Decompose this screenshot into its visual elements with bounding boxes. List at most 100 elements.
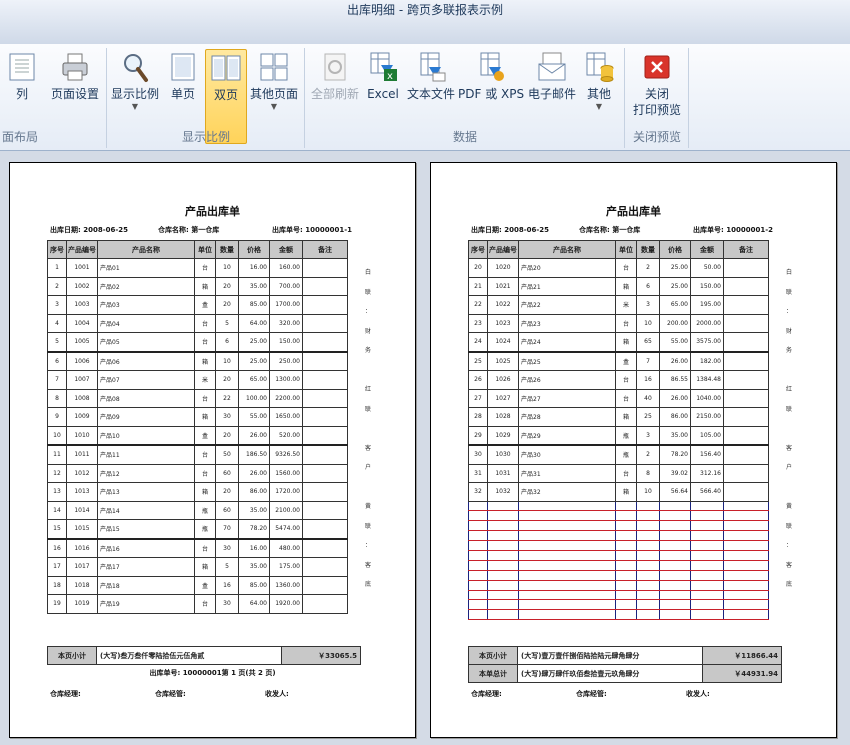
- title-bar: 出库明细 - 跨页多联报表示例: [0, 0, 850, 44]
- side-copy-char: 客: [786, 444, 793, 452]
- table-cell: 35.00: [659, 425, 691, 446]
- zoom-label: 显示比例: [110, 87, 159, 101]
- remark-cell: [302, 463, 348, 483]
- table-cell: 22: [215, 388, 239, 408]
- blank-cell: [468, 559, 488, 571]
- table-cell: 1360.00: [269, 575, 303, 595]
- date-value: 2008-06-25: [83, 226, 129, 234]
- table-cell: 20: [468, 258, 488, 278]
- other-pages-label: 其他页面: [249, 87, 298, 101]
- side-copy-char: 红: [365, 386, 372, 393]
- table-cell: 1650.00: [269, 407, 303, 427]
- table-cell: 26.00: [659, 388, 691, 408]
- table-cell: 25: [636, 407, 660, 427]
- blank-cell: [659, 540, 691, 551]
- table-cell: 175.00: [269, 557, 303, 577]
- table-cell: 23: [468, 313, 488, 333]
- table-cell: 1026: [487, 370, 519, 390]
- refresh-icon: [319, 51, 351, 83]
- remark-cell: [302, 482, 348, 502]
- side-copy-char: 客: [786, 561, 793, 569]
- table-cell: 箱: [615, 407, 637, 427]
- table-cell: 10: [215, 351, 239, 371]
- table-cell: 30: [468, 444, 488, 465]
- blank-cell: [487, 530, 519, 542]
- close-preview-label-1: 关闭: [644, 87, 669, 101]
- table-row: 4 1004 产品04 台 5 64.00 320.00: [47, 313, 348, 333]
- remark-cell: [302, 332, 348, 353]
- table-cell: 20: [215, 425, 239, 446]
- table-cell: 21: [468, 276, 488, 296]
- table-cell: 产品28: [518, 407, 616, 427]
- blank-cell: [487, 510, 519, 522]
- table-cell: 78.20: [238, 519, 270, 540]
- blank-cell: [518, 510, 616, 522]
- table-cell: 产品17: [97, 557, 195, 577]
- column-header: 备注: [723, 240, 769, 259]
- blank-row: [468, 609, 769, 621]
- table-cell: 60: [215, 500, 239, 520]
- table-row: 28 1028 产品28 箱 25 86.00 2150.00: [468, 407, 769, 427]
- table-cell: 1040.00: [690, 388, 724, 408]
- table-row: 24 1024 产品24 箱 65 55.00 3575.00: [468, 332, 769, 353]
- blank-cell: [723, 540, 769, 551]
- ribbon-separator: [106, 48, 107, 148]
- keeper-label: 仓库经理:: [471, 690, 502, 698]
- blank-cell: [723, 569, 769, 581]
- table-cell: 16: [215, 575, 239, 595]
- blank-cell: [690, 500, 724, 512]
- blank-cell: [615, 540, 637, 551]
- table-cell: 箱: [194, 482, 216, 502]
- table-cell: 29: [468, 425, 488, 446]
- subtotal-words: (大写)壹万壹仟捌佰陆拾陆元肆角肆分: [517, 646, 703, 665]
- table-cell: 1010: [66, 425, 98, 446]
- table-cell: 盒: [194, 295, 216, 315]
- column-header: 产品名称: [97, 240, 195, 259]
- table-cell: 产品02: [97, 276, 195, 296]
- table-cell: 产品32: [518, 482, 616, 502]
- table-cell: 100.00: [238, 388, 270, 408]
- blank-cell: [690, 599, 724, 611]
- column-header: 价格: [659, 240, 691, 259]
- close-preview-label-2: 打印预览: [632, 103, 681, 117]
- remark-cell: [302, 557, 348, 577]
- page-setup-button[interactable]: 页面设置: [46, 49, 104, 144]
- blank-cell: [690, 609, 724, 621]
- table-row: 6 1006 产品06 箱 10 25.00 250.00: [47, 351, 348, 371]
- order-no-value: 10000001-1: [305, 226, 352, 234]
- table-cell: 31: [468, 463, 488, 483]
- table-cell: 40: [636, 388, 660, 408]
- table-cell: 台: [615, 370, 637, 390]
- warehouse-info: 仓库名称: 第一仓库: [158, 225, 219, 235]
- blank-cell: [615, 500, 637, 512]
- blank-cell: [636, 599, 660, 611]
- table-cell: 2: [636, 258, 660, 278]
- subtotal-label: 本页小计: [468, 646, 518, 665]
- remark-cell: [723, 425, 769, 446]
- table-cell: 箱: [615, 332, 637, 353]
- table-cell: 箱: [615, 276, 637, 296]
- table-cell: 2000.00: [690, 313, 724, 333]
- blank-cell: [518, 530, 616, 542]
- text-file-icon: [415, 51, 447, 83]
- blank-cell: [636, 530, 660, 542]
- table-cell: 台: [615, 258, 637, 278]
- table-cell: 6: [47, 351, 67, 371]
- report-page-1: 产品出库单 出库日期: 2008-06-25 仓库名称: 第一仓库 出库单号: …: [9, 162, 416, 738]
- date-value: 2008-06-25: [504, 226, 550, 234]
- table-cell: 产品24: [518, 332, 616, 353]
- blank-cell: [723, 599, 769, 611]
- remark-cell: [723, 463, 769, 483]
- blank-cell: [636, 609, 660, 621]
- table-cell: 1920.00: [269, 594, 303, 614]
- other-export-label: 其他: [586, 87, 611, 101]
- table-cell: 产品25: [518, 351, 616, 371]
- blank-cell: [468, 520, 488, 532]
- blank-cell: [723, 510, 769, 522]
- table-row: 23 1023 产品23 台 10 200.00 2000.00: [468, 313, 769, 333]
- table-cell: 产品20: [518, 258, 616, 278]
- table-row: 1 1001 产品01 台 10 16.00 160.00: [47, 258, 348, 278]
- pdf-icon: [475, 51, 507, 83]
- side-copy-char: ：: [786, 308, 793, 315]
- blank-cell: [518, 559, 616, 571]
